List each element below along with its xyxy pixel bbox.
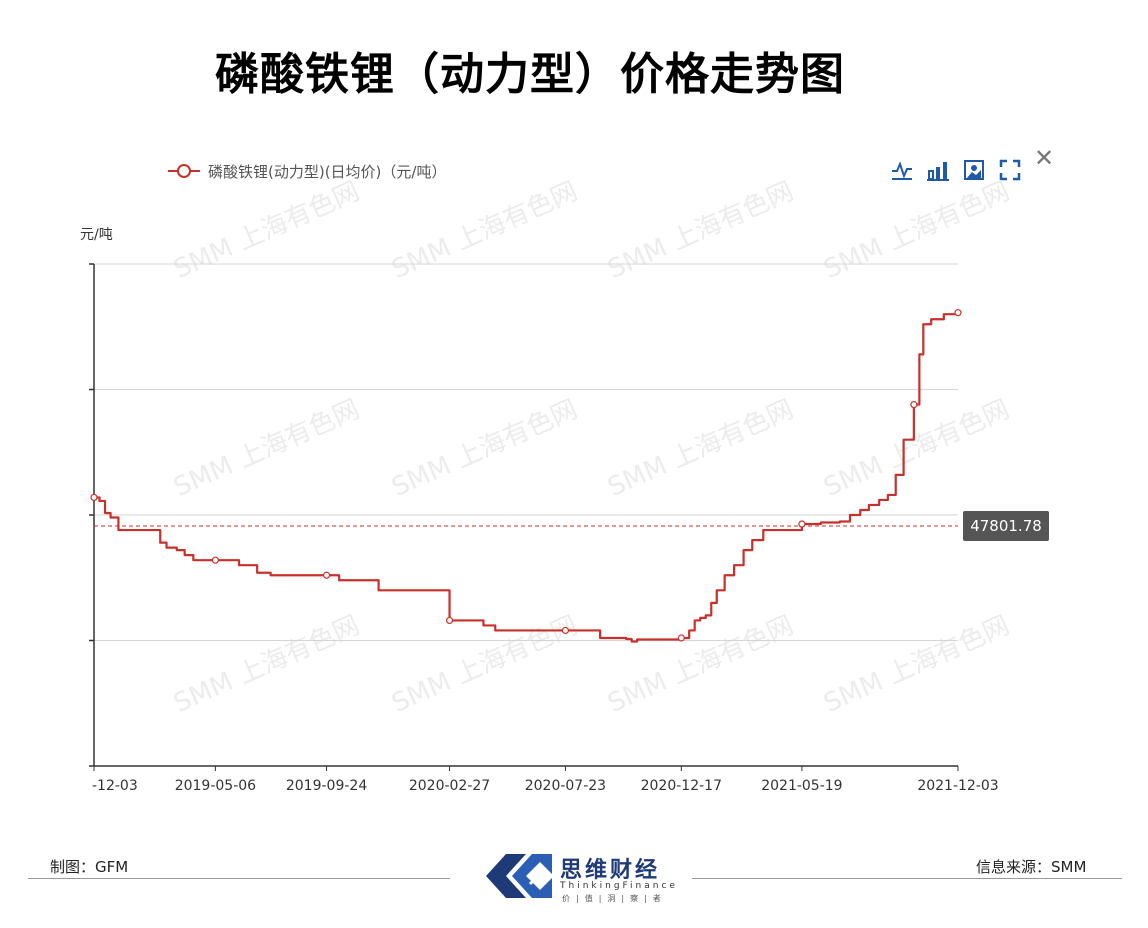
x-tick-label: 2020-07-23: [525, 778, 606, 794]
watermark-text: SMM 上海有色网: [169, 610, 364, 719]
watermark-text: SMM 上海有色网: [387, 176, 582, 285]
watermark-text: SMM 上海有色网: [169, 394, 364, 503]
watermark-text: SMM 上海有色网: [819, 394, 1014, 503]
data-point: [910, 400, 918, 409]
watermark-text: SMM 上海有色网: [169, 176, 364, 285]
chart-maker-label: 制图：GFM: [50, 858, 129, 876]
watermark-text: SMM 上海有色网: [603, 610, 798, 719]
watermark-text: SMM 上海有色网: [819, 176, 1014, 285]
data-source-label: 信息来源：SMM: [976, 858, 1087, 876]
x-tick-label: 2019-09-24: [286, 778, 367, 794]
watermark-text: SMM 上海有色网: [387, 394, 582, 503]
watermark-text: SMM 上海有色网: [819, 610, 1014, 719]
data-point: [677, 634, 685, 642]
x-tick-label: 2021-05-19: [761, 778, 842, 794]
data-point: [445, 616, 454, 625]
x-tick-label: 2020-12-17: [641, 778, 722, 794]
marker-value-label: 47801.78: [970, 517, 1042, 535]
x-tick-labels: -12-03 2019-05-06 2019-09-24 2020-02-27 2020…: [92, 766, 999, 794]
price-line-chart: SMM 上海有色网 SMM 上海有色网 SMM 上海有色网 SMM 上海有色网SMM …: [89, 176, 1049, 794]
data-point: [954, 309, 962, 317]
footer-divider-right: [692, 878, 1122, 879]
watermark-text: SMM 上海有色网: [603, 176, 798, 285]
x-tick-label: 2021-12-03: [917, 778, 998, 794]
watermark-layer: SMM 上海有色网 SMM 上海有色网 SMM 上海有色网 SMM 上海有色网SMM …: [169, 176, 1014, 719]
data-point: [322, 571, 331, 579]
footer-divider-left: [28, 878, 450, 879]
x-tick-label: 2020-02-27: [409, 778, 490, 794]
data-point: [798, 520, 806, 528]
data-point: [90, 493, 98, 502]
watermark-text: SMM 上海有色网: [387, 610, 582, 719]
x-tick-label: 2019-05-06: [175, 778, 256, 794]
data-point: [211, 556, 220, 564]
brand-name: 思维财经: [560, 858, 661, 883]
brand-english-name: ThinkingFinance: [560, 881, 678, 891]
watermark-text: SMM 上海有色网: [603, 394, 798, 503]
x-tick-label: -12-03: [92, 778, 138, 794]
brand-slogan: 价|值|洞|察|者: [562, 894, 667, 903]
data-point: [561, 626, 570, 635]
marker-line-group: 47801.78: [94, 511, 1049, 542]
